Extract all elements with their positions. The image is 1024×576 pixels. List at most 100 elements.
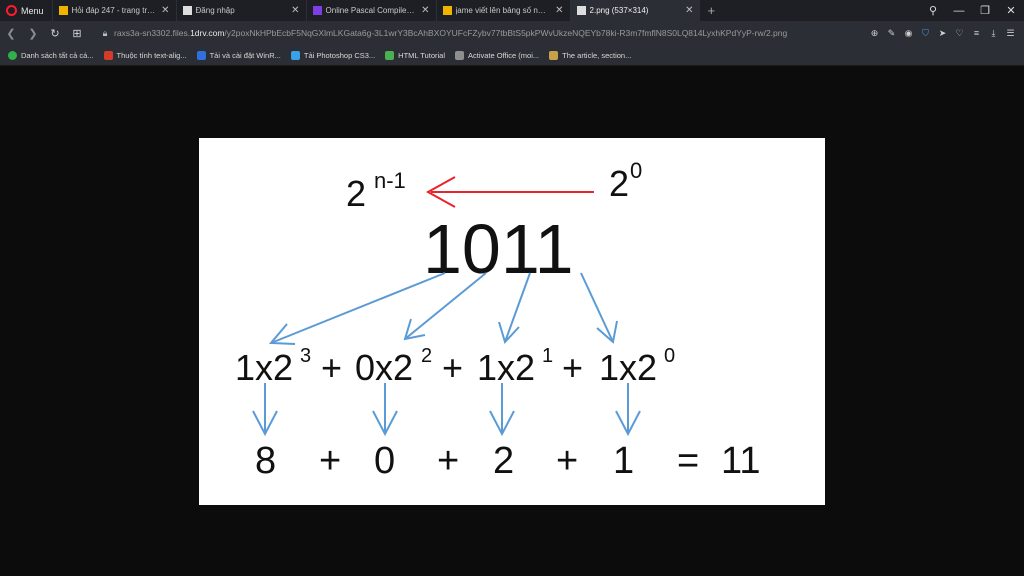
menu-lines-icon[interactable]: ≡ bbox=[969, 28, 984, 38]
bookmark-label: Thuộc tính text-alig... bbox=[116, 50, 187, 60]
heart-icon[interactable]: ♡ bbox=[952, 28, 967, 39]
bookmark-icon bbox=[290, 50, 300, 60]
tab-jame[interactable]: jame viết lên bảng số nguy ✕ bbox=[435, 0, 570, 21]
tab-title: Đăng nhập bbox=[195, 6, 235, 15]
plus-sign: + bbox=[319, 440, 341, 482]
close-icon[interactable]: ✕ bbox=[685, 5, 693, 16]
hoidap-favicon-icon bbox=[58, 6, 68, 15]
opera-menu-button[interactable]: Menu bbox=[0, 0, 52, 21]
close-icon[interactable]: ✕ bbox=[291, 5, 299, 16]
tab-dang-nhap[interactable]: Đăng nhập ✕ bbox=[175, 0, 306, 21]
easy-setup-icon[interactable]: ☰ bbox=[1003, 28, 1018, 39]
bookmark-item[interactable]: Thuộc tính text-alig... bbox=[103, 50, 187, 60]
new-tab-button[interactable]: + bbox=[700, 3, 724, 18]
back-icon[interactable]: ❮ bbox=[0, 27, 22, 40]
bookmark-icon bbox=[549, 50, 559, 60]
forward-icon[interactable]: ❯ bbox=[22, 27, 44, 40]
tab-pascal-compiler[interactable]: Online Pascal Compiler - o ✕ bbox=[305, 0, 436, 21]
url-field[interactable]: raxs3a-sn3302.files.1drv.com/y2poxNkHPbE… bbox=[114, 28, 834, 38]
vpn-shield-icon[interactable]: ⛉ bbox=[918, 28, 933, 39]
download-icon[interactable]: ⤓ bbox=[986, 28, 1001, 39]
restore-icon[interactable]: ❐ bbox=[972, 4, 998, 17]
bookmark-item[interactable]: Danh sách tất cả cá... bbox=[8, 50, 94, 60]
tab-2-png[interactable]: 2.png (537×314) ✕ bbox=[569, 0, 700, 21]
address-bar: ❮ ❯ ↻ ⊞ 🔒︎ raxs3a-sn3302.files.1drv.com/… bbox=[0, 21, 1024, 45]
term-1-exponent: 3 bbox=[300, 345, 311, 367]
term-3: 1x2 bbox=[477, 347, 535, 388]
tab-hoidap[interactable]: Hỏi đáp 247 - trang tra lời ✕ bbox=[51, 0, 176, 21]
bookmark-item[interactable]: The article, section... bbox=[549, 50, 632, 60]
top-right-base: 2 bbox=[609, 163, 629, 204]
binary-number: 1011 bbox=[423, 210, 574, 288]
bookmark-label: Danh sách tất cả cá... bbox=[21, 50, 94, 60]
result-3: 2 bbox=[493, 440, 514, 482]
page-favicon-icon bbox=[576, 6, 586, 15]
url-prefix: raxs3a-sn3302.files. bbox=[114, 28, 191, 38]
total-value: 11 bbox=[721, 440, 760, 482]
camera-icon[interactable]: ◉ bbox=[901, 28, 916, 39]
search-icon[interactable]: ⚲ bbox=[920, 4, 946, 17]
result-4: 1 bbox=[613, 440, 634, 482]
tiles-icon[interactable]: ⊞ bbox=[66, 27, 88, 40]
binary-conversion-diagram: 2 n-1 2 0 1011 1x2 3 + 0x2 2 + 1x2 1 + 1… bbox=[235, 158, 760, 482]
reload-icon[interactable]: ↻ bbox=[44, 27, 66, 40]
bookmark-item[interactable]: Activate Office (moi... bbox=[455, 50, 540, 60]
term-1: 1x2 bbox=[235, 347, 293, 388]
menu-label: Menu bbox=[21, 5, 44, 16]
top-right-exponent: 0 bbox=[630, 158, 642, 183]
result-1: 8 bbox=[255, 440, 276, 482]
bookmarks-bar: Danh sách tất cả cá... Thuộc tính text-a… bbox=[0, 45, 1024, 66]
bookmark-icon bbox=[103, 50, 113, 60]
bookmark-item[interactable]: Tải và cài đặt WinR... bbox=[196, 50, 281, 60]
close-icon[interactable]: ✕ bbox=[555, 5, 563, 16]
lock-icon[interactable]: 🔒︎ bbox=[96, 28, 114, 39]
zoom-icon[interactable]: ⊕ bbox=[867, 28, 882, 39]
edit-icon[interactable]: ✎ bbox=[884, 28, 899, 39]
tab-title: Hỏi đáp 247 - trang tra lời bbox=[71, 6, 156, 15]
bookmark-icon bbox=[196, 50, 206, 60]
bookmark-icon bbox=[385, 50, 395, 60]
tab-title: jame viết lên bảng số nguy bbox=[455, 6, 550, 15]
close-window-icon[interactable]: ✕ bbox=[998, 4, 1024, 17]
term-2: 0x2 bbox=[355, 347, 413, 388]
bookmark-icon bbox=[455, 50, 464, 60]
url-path: /y2poxNkHPbEcbF5NqGXlmLKGata6g-3L1wrY3Bc… bbox=[224, 28, 788, 38]
bookmark-label: Activate Office (moi... bbox=[468, 50, 540, 60]
term-3-exponent: 1 bbox=[542, 345, 553, 367]
displayed-image: 2 n-1 2 0 1011 1x2 3 + 0x2 2 + 1x2 1 + 1… bbox=[199, 138, 825, 505]
opera-logo-icon bbox=[6, 5, 17, 16]
bookmark-item[interactable]: Tải Photoshop CS3... bbox=[290, 50, 376, 60]
hoidap-favicon-icon bbox=[442, 6, 452, 15]
page-favicon-icon bbox=[182, 6, 192, 15]
close-icon[interactable]: ✕ bbox=[161, 5, 169, 16]
plus-sign: + bbox=[321, 347, 342, 388]
bookmark-icon bbox=[8, 50, 17, 60]
image-viewer: 2 n-1 2 0 1011 1x2 3 + 0x2 2 + 1x2 1 + 1… bbox=[0, 66, 1024, 576]
address-bar-icons: ⊕ ✎ ◉ ⛉ ➤ ♡ ≡ ⤓ ☰ bbox=[867, 21, 1018, 45]
bookmark-label: HTML Tutorial bbox=[398, 50, 445, 60]
plus-sign: + bbox=[442, 347, 463, 388]
term-2-exponent: 2 bbox=[421, 345, 432, 367]
tab-title: 2.png (537×314) bbox=[589, 6, 649, 15]
close-icon[interactable]: ✕ bbox=[421, 5, 429, 16]
bookmark-item[interactable]: HTML Tutorial bbox=[385, 50, 445, 60]
tab-bar: Menu Hỏi đáp 247 - trang tra lời ✕ Đăng … bbox=[0, 0, 1024, 21]
plus-sign: + bbox=[562, 347, 583, 388]
bookmark-label: The article, section... bbox=[562, 50, 632, 60]
term-4: 1x2 bbox=[599, 347, 657, 388]
window-controls: ⚲ — ❐ ✕ bbox=[920, 0, 1024, 21]
bookmark-label: Tải và cài đặt WinR... bbox=[209, 50, 281, 60]
bookmark-label: Tải Photoshop CS3... bbox=[303, 50, 376, 60]
top-left-exponent: n-1 bbox=[374, 168, 406, 193]
tab-title: Online Pascal Compiler - o bbox=[325, 6, 416, 15]
down-arrows bbox=[252, 383, 641, 437]
url-domain: 1drv.com bbox=[190, 28, 225, 38]
plus-sign: + bbox=[437, 440, 459, 482]
top-left-base: 2 bbox=[346, 173, 366, 214]
equals-sign: = bbox=[677, 440, 699, 482]
bolt-favicon-icon bbox=[312, 6, 322, 15]
term-4-exponent: 0 bbox=[664, 345, 675, 367]
minimize-icon[interactable]: — bbox=[946, 5, 972, 17]
plus-sign: + bbox=[556, 440, 578, 482]
flow-icon[interactable]: ➤ bbox=[935, 28, 950, 39]
